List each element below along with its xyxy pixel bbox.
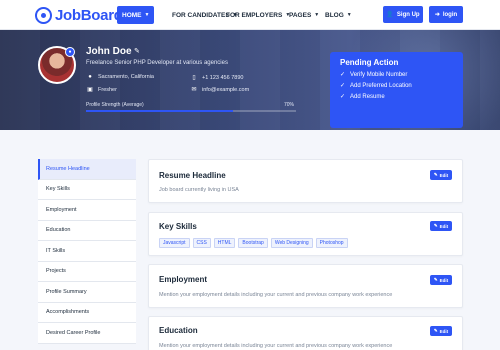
- pencil-icon: ✎: [433, 277, 438, 282]
- nav-employers-label: FOR EMPLOYERS: [226, 11, 283, 19]
- strength-bar-fill: [86, 110, 233, 112]
- profile-location: ● Sacramento, California: [86, 74, 154, 80]
- check-icon: ✓: [340, 83, 346, 89]
- skill-tags: Javascript CSS HTML Bootstrap Web Design…: [159, 238, 351, 248]
- card-text: Job board currently living in USA: [159, 187, 239, 193]
- user-icon: 👤: [386, 12, 394, 18]
- sidebar-item-projects[interactable]: Projects: [38, 261, 136, 282]
- pencil-icon[interactable]: ✎: [134, 47, 140, 55]
- sidebar-item-profile-summary[interactable]: Profile Summary: [38, 282, 136, 303]
- card-text: Mention your employment details includin…: [159, 343, 393, 349]
- pending-title: Pending Action: [340, 58, 399, 67]
- sidebar-item-resume-headline[interactable]: Resume Headline: [38, 159, 136, 180]
- card-title: Resume Headline: [159, 171, 226, 180]
- sidebar-item-key-skills[interactable]: Key Skills: [38, 179, 136, 200]
- profile-experience: ▣ Fresher: [86, 86, 117, 94]
- location-text: Sacramento, California: [98, 74, 154, 80]
- experience-text: Fresher: [98, 86, 117, 93]
- edit-label: Edit: [439, 223, 449, 229]
- sidebar-item-accomplishments[interactable]: Accomplishments: [38, 302, 136, 323]
- check-icon: ✓: [340, 72, 346, 78]
- edit-button[interactable]: ✎ Edit: [430, 221, 452, 231]
- login-icon: ➜: [434, 12, 440, 18]
- map-pin-icon: ●: [88, 74, 92, 80]
- mail-icon: ✉: [191, 87, 197, 93]
- card-title: Education: [159, 326, 198, 335]
- pending-item-label: Add Resume: [350, 93, 385, 100]
- strength-percent: 70%: [284, 102, 295, 108]
- pending-item[interactable]: ✓ Add Preferred Location: [340, 82, 453, 90]
- nav-home[interactable]: HOME ▼: [117, 6, 155, 24]
- edit-button[interactable]: ✎ Edit: [430, 170, 452, 180]
- logo-icon: [35, 6, 52, 24]
- profile-tagline: Freelance Senior PHP Developer at variou…: [86, 60, 228, 66]
- edit-button[interactable]: ✎ Edit: [430, 275, 452, 285]
- card-title: Key Skills: [159, 222, 197, 231]
- login-button[interactable]: ➜ login: [429, 6, 463, 23]
- pending-item[interactable]: ✓ Verify Mobile Number: [340, 71, 453, 79]
- skill-tag[interactable]: CSS: [192, 238, 211, 248]
- brand-name: JobBoard: [55, 6, 123, 24]
- top-navbar: JobBoard HOME ▼ FOR CANDIDATES ▼ FOR EMPLO…: [0, 0, 500, 30]
- sidebar-item-it-skills[interactable]: IT Skills: [38, 241, 136, 262]
- edit-button[interactable]: ✎ Edit: [430, 326, 452, 336]
- profile-name: John Doe: [86, 46, 132, 57]
- strength-bar: [86, 110, 296, 112]
- signup-button[interactable]: 👤 Sign Up: [383, 6, 423, 23]
- chevron-down-icon: ▼: [144, 12, 150, 18]
- profile-hero: ● John Doe ✎ Freelance Senior PHP Develo…: [0, 30, 500, 130]
- skill-tag[interactable]: Web Designing: [270, 238, 313, 248]
- profile-sidebar: Resume Headline Key Skills Employment Ed…: [38, 159, 136, 344]
- pencil-icon: ✎: [433, 328, 438, 333]
- education-card: Education ✎ Edit Mention your employment …: [148, 316, 463, 350]
- strength-label: Profile Strength (Average): [86, 102, 144, 108]
- pending-item-label: Verify Mobile Number: [350, 71, 408, 78]
- pending-item-label: Add Preferred Location: [350, 82, 412, 89]
- key-skills-card: Key Skills ✎ Edit Javascript CSS HTML Boo…: [148, 212, 463, 256]
- email-text: info@example.com: [202, 86, 250, 93]
- brand-logo[interactable]: JobBoard: [35, 6, 123, 24]
- sidebar-item-employment[interactable]: Employment: [38, 200, 136, 221]
- skill-tag[interactable]: Bootstrap: [238, 238, 268, 248]
- login-label: login: [442, 11, 458, 18]
- skill-tag[interactable]: HTML: [213, 238, 236, 248]
- skill-tag[interactable]: Javascript: [159, 238, 190, 248]
- check-icon: ✓: [340, 94, 346, 100]
- nav-blog[interactable]: BLOG ▼: [320, 6, 357, 24]
- briefcase-icon: ▣: [87, 87, 93, 93]
- skill-tag[interactable]: Photoshop: [315, 238, 348, 248]
- phone-text: +1 123 456 7890: [202, 74, 244, 81]
- pencil-icon: ✎: [433, 223, 438, 228]
- nav-blog-label: BLOG: [325, 11, 344, 19]
- sidebar-item-desired-career-profile[interactable]: Desired Career Profile: [38, 323, 136, 344]
- nav-home-label: HOME: [122, 11, 142, 19]
- card-title: Employment: [159, 275, 208, 284]
- sidebar-item-education[interactable]: Education: [38, 220, 136, 241]
- phone-icon: ▯: [192, 75, 196, 81]
- edit-label: Edit: [439, 277, 449, 283]
- employment-card: Employment ✎ Edit Mention your employment…: [148, 264, 463, 308]
- card-text: Mention your employment details includin…: [159, 292, 393, 298]
- signup-label: Sign Up: [396, 11, 420, 18]
- edit-label: Edit: [439, 172, 449, 178]
- pencil-icon: ✎: [433, 172, 438, 177]
- chevron-down-icon: ▼: [346, 12, 352, 18]
- profile-phone: ▯ +1 123 456 7890: [190, 74, 244, 82]
- profile-email: ✉ info@example.com: [190, 86, 250, 94]
- nav-pages[interactable]: PAGES ▼: [284, 6, 324, 24]
- nav-pages-label: PAGES: [289, 11, 312, 19]
- pending-action-card: Pending Action ✓ Verify Mobile Number ✓ Ad…: [330, 52, 463, 128]
- pending-item[interactable]: ✓ Add Resume: [340, 93, 453, 101]
- chevron-down-icon: ▼: [314, 12, 320, 18]
- resume-headline-card: Resume Headline ✎ Edit Job board currentl…: [148, 159, 463, 203]
- camera-icon[interactable]: ●: [65, 47, 75, 57]
- edit-label: Edit: [439, 328, 449, 334]
